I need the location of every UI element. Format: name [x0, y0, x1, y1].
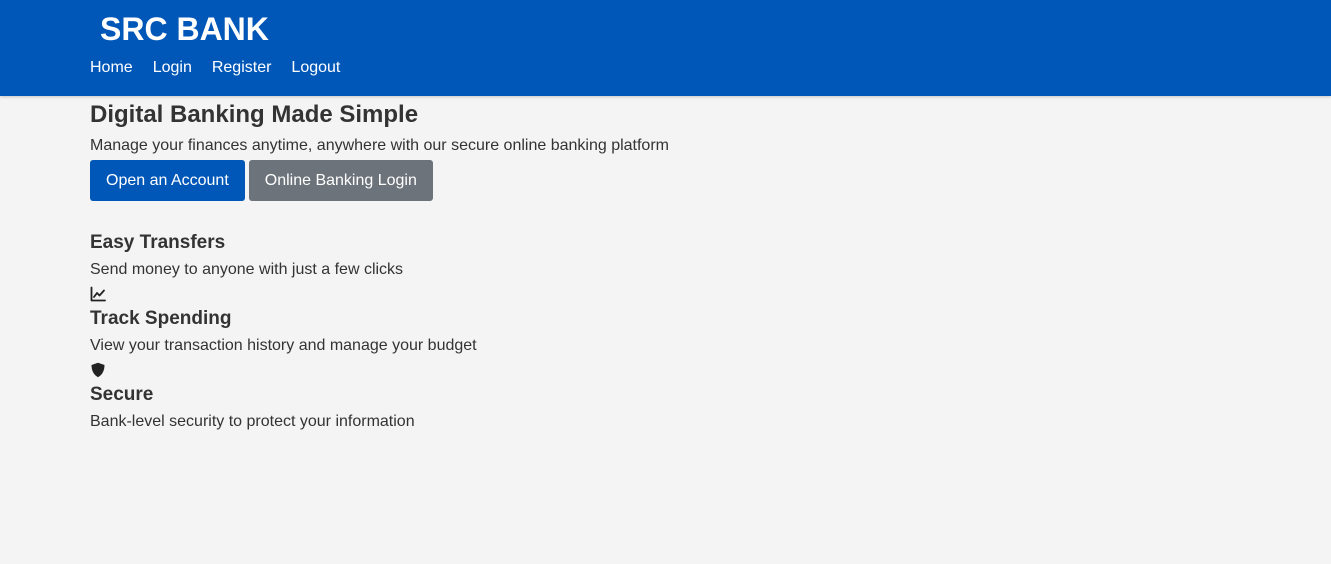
feature-title: Secure	[90, 384, 154, 405]
open-account-button[interactable]: Open an Account	[90, 160, 245, 201]
main-content: Digital Banking Made Simple Manage your …	[90, 100, 1240, 432]
hero-section: Digital Banking Made Simple Manage your …	[90, 100, 1240, 201]
hero-subtitle: Manage your finances anytime, anywhere w…	[90, 137, 669, 154]
feature-description: Bank-level security to protect your info…	[90, 413, 415, 430]
feature-title: Track Spending	[90, 308, 232, 329]
online-banking-login-button[interactable]: Online Banking Login	[248, 160, 433, 201]
feature-description: Send money to anyone with just a few cli…	[90, 261, 404, 278]
site-header: SRC BANK Home Login Register Logout	[0, 0, 1331, 96]
hero-buttons: Open an Account Online Banking Login	[90, 160, 1240, 201]
chart-line-icon	[90, 286, 106, 302]
nav-logout-link[interactable]: Logout	[291, 58, 340, 77]
feature-secure: Secure Bank-level security to protect yo…	[90, 362, 1240, 432]
shield-icon	[90, 362, 106, 378]
feature-easy-transfers: Easy Transfers Send money to anyone with…	[90, 232, 1240, 280]
feature-track-spending: Track Spending View your transaction his…	[90, 286, 1240, 356]
feature-title: Easy Transfers	[90, 232, 226, 253]
nav-home-link[interactable]: Home	[90, 58, 133, 77]
nav-register-link[interactable]: Register	[212, 58, 272, 77]
brand-logo[interactable]: SRC BANK	[100, 11, 269, 47]
features-section: Easy Transfers Send money to anyone with…	[90, 232, 1240, 432]
feature-description: View your transaction history and manage…	[90, 337, 477, 354]
hero-title: Digital Banking Made Simple	[90, 101, 419, 128]
main-nav: Home Login Register Logout	[90, 58, 360, 77]
nav-login-link[interactable]: Login	[153, 58, 192, 77]
